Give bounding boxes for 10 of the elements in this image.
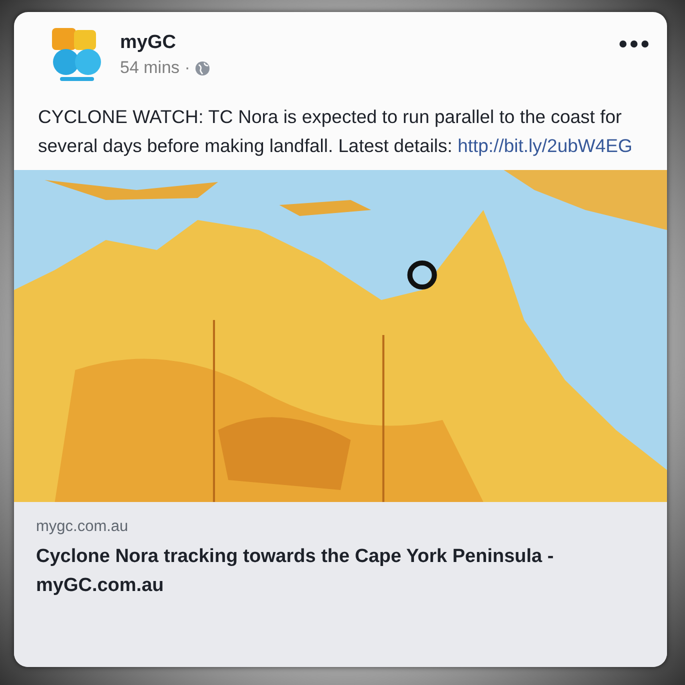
- link-preview[interactable]: mygc.com.au Cyclone Nora tracking towards the Cape York Peninsula - myGC.com.au: [14, 502, 667, 667]
- preview-title: Cyclone Nora tracking towards the Cape York Peninsula - myGC.com.au: [36, 545, 555, 598]
- post-time[interactable]: 54 mins: [120, 58, 180, 78]
- page-name[interactable]: myGC: [120, 32, 605, 54]
- more-options-icon[interactable]: [619, 40, 649, 48]
- post-link[interactable]: http://bit.ly/2ubW4EG: [458, 135, 632, 156]
- preview-domain: mygc.com.au: [36, 518, 130, 536]
- globe-icon: [195, 60, 210, 76]
- post-text: CYCLONE WATCH: TC Nora is expected to run parallel to the coast for several days before making landfall. Latest details: http://bit.ly/2ubW4EG: [37, 105, 634, 158]
- separator-dot: ·: [184, 58, 190, 78]
